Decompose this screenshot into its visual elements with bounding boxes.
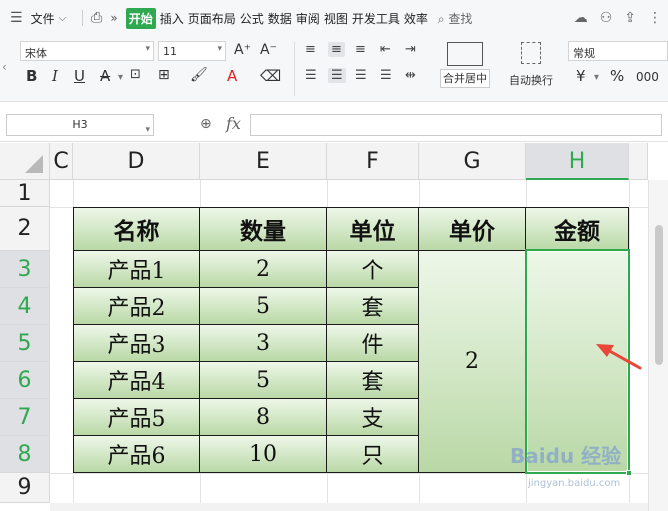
window-icons: ☁ ⚇ ⇪ ⋮ [574, 10, 662, 26]
formula-bar: H3 ▾ ⊕ fx [0, 102, 668, 142]
ribbon-toolbar: ‹ 宋体 ▾ 11 ▾ A⁺ A⁻ B I U A ▾ ⊡ ⊞ 🖌 A ⌫ ≡ … [0, 36, 668, 102]
tab-view[interactable]: 视图 [324, 10, 348, 27]
distribute-icon[interactable]: ⇹ [405, 68, 416, 83]
zoom-formula-icon[interactable]: ⊕ [200, 116, 212, 132]
thousands-separator-icon[interactable]: 000 [636, 70, 659, 84]
number-format-select[interactable]: 常规 [568, 41, 668, 61]
fill-color-icon[interactable]: 🖌 [190, 67, 208, 83]
font-size-select[interactable]: 11 ▾ [158, 41, 226, 61]
chevron-down-icon: ▾ [145, 44, 150, 54]
search-icon: ⌕ [437, 11, 445, 26]
wrap-text-icon [521, 42, 541, 64]
file-menu[interactable]: 文件 [31, 10, 55, 27]
share-user-icon[interactable]: ⚇ [600, 10, 613, 26]
menu-bar: ☰ 文件 ⌵ ⎙ » 开始 插入 页面布局 公式 数据 审阅 视图 开发工具 效… [0, 0, 668, 36]
increase-font-icon[interactable]: A⁺ [234, 42, 251, 58]
font-size-value: 11 [163, 45, 177, 58]
font-name-select[interactable]: 宋体 ▾ [20, 41, 154, 61]
chevron-down-icon[interactable]: ⌵ [59, 13, 67, 24]
decrease-indent-icon[interactable]: ⇤ [380, 42, 391, 57]
formula-input[interactable] [250, 114, 662, 136]
align-middle-icon[interactable]: ≡ [328, 42, 345, 57]
save-icon[interactable]: ⎙ [91, 10, 102, 26]
font-name-value: 宋体 [25, 47, 47, 60]
watermark-url: jingyan.baidu.com [528, 478, 621, 489]
underline-icon[interactable]: U [74, 67, 85, 85]
increase-indent-icon[interactable]: ⇥ [405, 42, 416, 57]
chevron-down-icon: ▾ [217, 44, 222, 54]
merge-center-label: 合并居中 [440, 69, 490, 88]
name-box[interactable]: H3 ▾ [6, 114, 154, 136]
italic-icon[interactable]: I [52, 67, 58, 85]
justify-icon[interactable]: ☰ [380, 68, 392, 83]
align-right-icon[interactable]: ☰ [355, 68, 367, 83]
chevron-down-icon: ▾ [145, 125, 150, 135]
font-color-icon[interactable]: A [227, 67, 237, 85]
align-left-icon[interactable]: ☰ [305, 68, 317, 83]
search-label: 查找 [448, 11, 473, 26]
ribbon-divider [294, 42, 295, 96]
tab-home[interactable]: 开始 [125, 7, 156, 29]
align-top-icon[interactable]: ≡ [305, 42, 316, 57]
merge-cells-icon [447, 42, 483, 66]
cloud-sync-icon[interactable]: ☁ [574, 10, 588, 26]
number-format-value: 常规 [573, 47, 595, 60]
wrap-text-button[interactable]: 自动换行 [502, 40, 560, 88]
tab-formulas[interactable]: 公式 [240, 10, 264, 27]
search-button[interactable]: ⌕ 查找 [438, 10, 473, 27]
border-icon[interactable]: ⊞ [158, 67, 170, 83]
hamburger-menu-icon[interactable]: ☰ [10, 10, 23, 26]
strikethrough-icon[interactable]: A [100, 67, 110, 85]
name-box-value: H3 [72, 118, 88, 131]
collapse-left-icon[interactable]: ‹ [2, 60, 7, 74]
align-center-icon[interactable]: ☰ [328, 68, 346, 83]
chevron-down-icon[interactable]: ▾ [594, 72, 599, 83]
more-chevron-icon[interactable]: » [110, 11, 117, 25]
tab-insert[interactable]: 插入 [160, 10, 184, 27]
share-icon[interactable]: ⇪ [624, 10, 636, 26]
clear-format-icon[interactable]: ⌫ [260, 67, 281, 85]
currency-icon[interactable]: ¥ [576, 67, 586, 85]
tab-review[interactable]: 审阅 [296, 10, 320, 27]
watermark-logo: Baidu 经验 [510, 444, 622, 468]
merge-center-button[interactable]: 合并居中 [432, 40, 498, 94]
chevron-down-icon[interactable]: ▾ [118, 72, 123, 83]
wrap-text-label: 自动换行 [509, 74, 553, 87]
bold-icon[interactable]: B [26, 67, 37, 85]
more-icon[interactable]: ⋮ [648, 10, 662, 26]
menu-divider [82, 10, 84, 26]
cell-style-icon[interactable]: ⊡ [130, 67, 141, 82]
tab-page-layout[interactable]: 页面布局 [188, 10, 236, 27]
fx-icon[interactable]: fx [226, 114, 241, 133]
decrease-font-icon[interactable]: A⁻ [260, 42, 277, 58]
align-bottom-icon[interactable]: ≡ [355, 42, 366, 57]
tab-data[interactable]: 数据 [268, 10, 292, 27]
tab-efficiency[interactable]: 效率 [404, 10, 428, 27]
tab-developer[interactable]: 开发工具 [352, 10, 400, 27]
percent-icon[interactable]: % [610, 67, 624, 85]
